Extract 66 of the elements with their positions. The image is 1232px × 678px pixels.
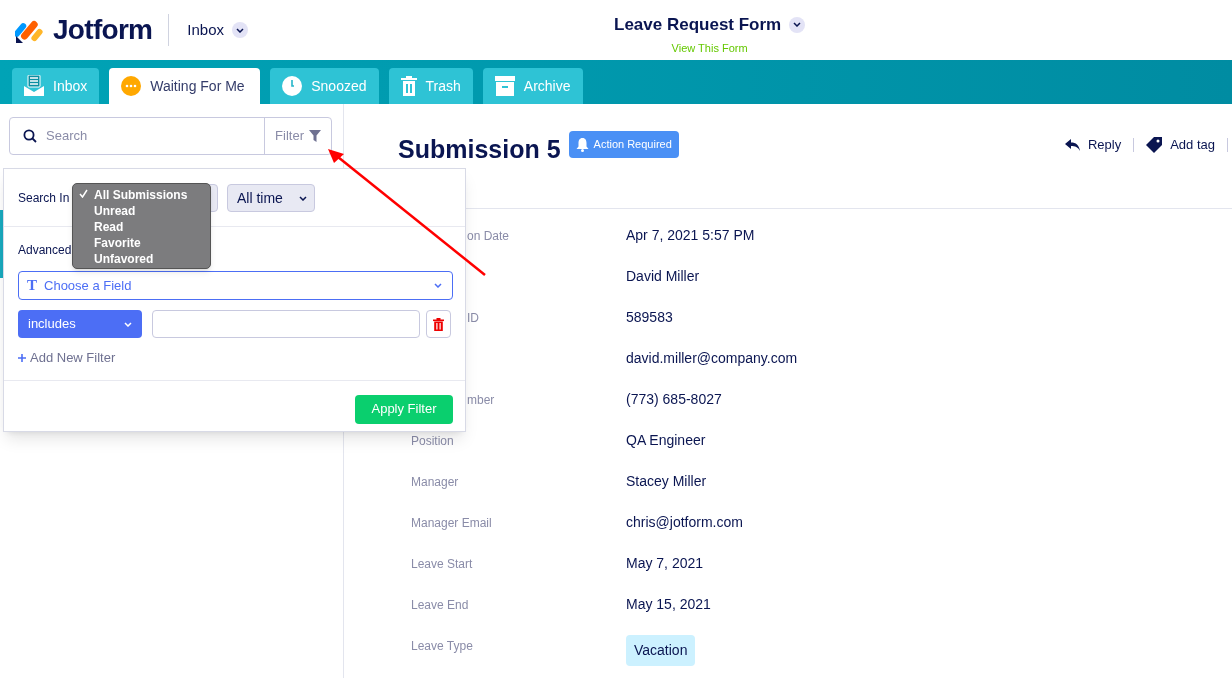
chevron-icon <box>434 283 442 288</box>
advanced-label: Advanced <box>18 242 72 259</box>
waiting-icon <box>121 76 142 96</box>
plus-icon <box>18 353 26 362</box>
tag-icon <box>1146 137 1163 153</box>
reply-icon <box>1064 139 1080 151</box>
field-label: on Date <box>467 227 510 245</box>
field-label: ID <box>467 309 479 327</box>
archive-icon <box>494 76 515 96</box>
action-button[interactable]: Reply <box>1052 138 1135 152</box>
view-form-link[interactable]: View This Form <box>671 39 748 56</box>
chevron-icon <box>789 16 806 33</box>
logo-text: Jotform <box>53 13 153 47</box>
field-value: 589583 <box>626 308 673 327</box>
field-value: QA Engineer <box>626 431 706 450</box>
tab[interactable]: Archive <box>482 68 583 104</box>
checkmark-icon <box>79 189 88 198</box>
form-title-menu[interactable]: Leave Request Form <box>614 12 806 38</box>
tab[interactable]: Snoozed <box>270 68 379 104</box>
tab[interactable]: Trash <box>388 68 473 104</box>
action-button[interactable]: Add tag <box>1134 138 1228 152</box>
field-value: (773) 685-8027 <box>626 390 722 409</box>
menu-option[interactable]: All Submissions <box>73 187 210 203</box>
field-label: Position <box>411 432 454 450</box>
add-new-filter-link[interactable]: Add New Filter <box>18 348 116 368</box>
chevron-icon <box>232 22 249 38</box>
field-select[interactable]: T Choose a Field <box>18 271 453 300</box>
bell-icon <box>575 137 589 152</box>
trash-icon <box>433 317 445 331</box>
delete-filter-button[interactable] <box>426 310 451 338</box>
field-label: Manager <box>411 473 459 491</box>
field-value: Stacey Miller <box>626 472 707 491</box>
field-value: chris@jotform.com <box>626 513 743 532</box>
action-required-badge: Action Required <box>568 131 679 158</box>
leave-type-tag: Vacation <box>626 635 696 666</box>
operator-select[interactable]: includes <box>18 310 143 338</box>
submission-title: Submission 5 <box>398 134 561 165</box>
menu-option[interactable]: Unread <box>73 203 210 219</box>
field-label: mber <box>467 391 495 409</box>
field-label: Manager Email <box>411 514 492 532</box>
trash-icon <box>400 76 417 96</box>
field-value: david.miller@company.com <box>626 349 798 368</box>
inbox-icon <box>24 75 44 97</box>
search-icon <box>23 129 37 143</box>
chevron-icon <box>298 195 307 201</box>
clock-icon <box>282 76 303 96</box>
time-select[interactable]: All time <box>227 184 315 212</box>
tab[interactable]: Inbox <box>12 68 100 104</box>
field-label: Leave End <box>411 596 469 614</box>
section-menu[interactable]: Inbox <box>187 18 249 42</box>
field-value: May 7, 2021 <box>626 554 704 573</box>
chevron-icon <box>124 321 133 327</box>
field-label: Leave Type <box>411 637 473 655</box>
menu-option[interactable]: Read <box>73 219 210 235</box>
field-value: David Miller <box>626 267 700 286</box>
field-label: Leave Start <box>411 555 473 573</box>
search-in-label: Search In <box>18 189 70 207</box>
text-field-icon: T <box>27 274 37 297</box>
menu-option[interactable]: Unfavored <box>73 251 210 267</box>
search-field[interactable]: Search Filter <box>9 117 332 155</box>
filter-icon <box>309 130 321 142</box>
tab[interactable]: Waiting For Me <box>109 68 261 104</box>
menu-option[interactable]: Favorite <box>73 235 210 251</box>
field-value: May 15, 2021 <box>626 595 711 614</box>
field-value: Apr 7, 2021 5:57 PM <box>626 226 755 245</box>
filter-value-field[interactable] <box>152 310 421 338</box>
